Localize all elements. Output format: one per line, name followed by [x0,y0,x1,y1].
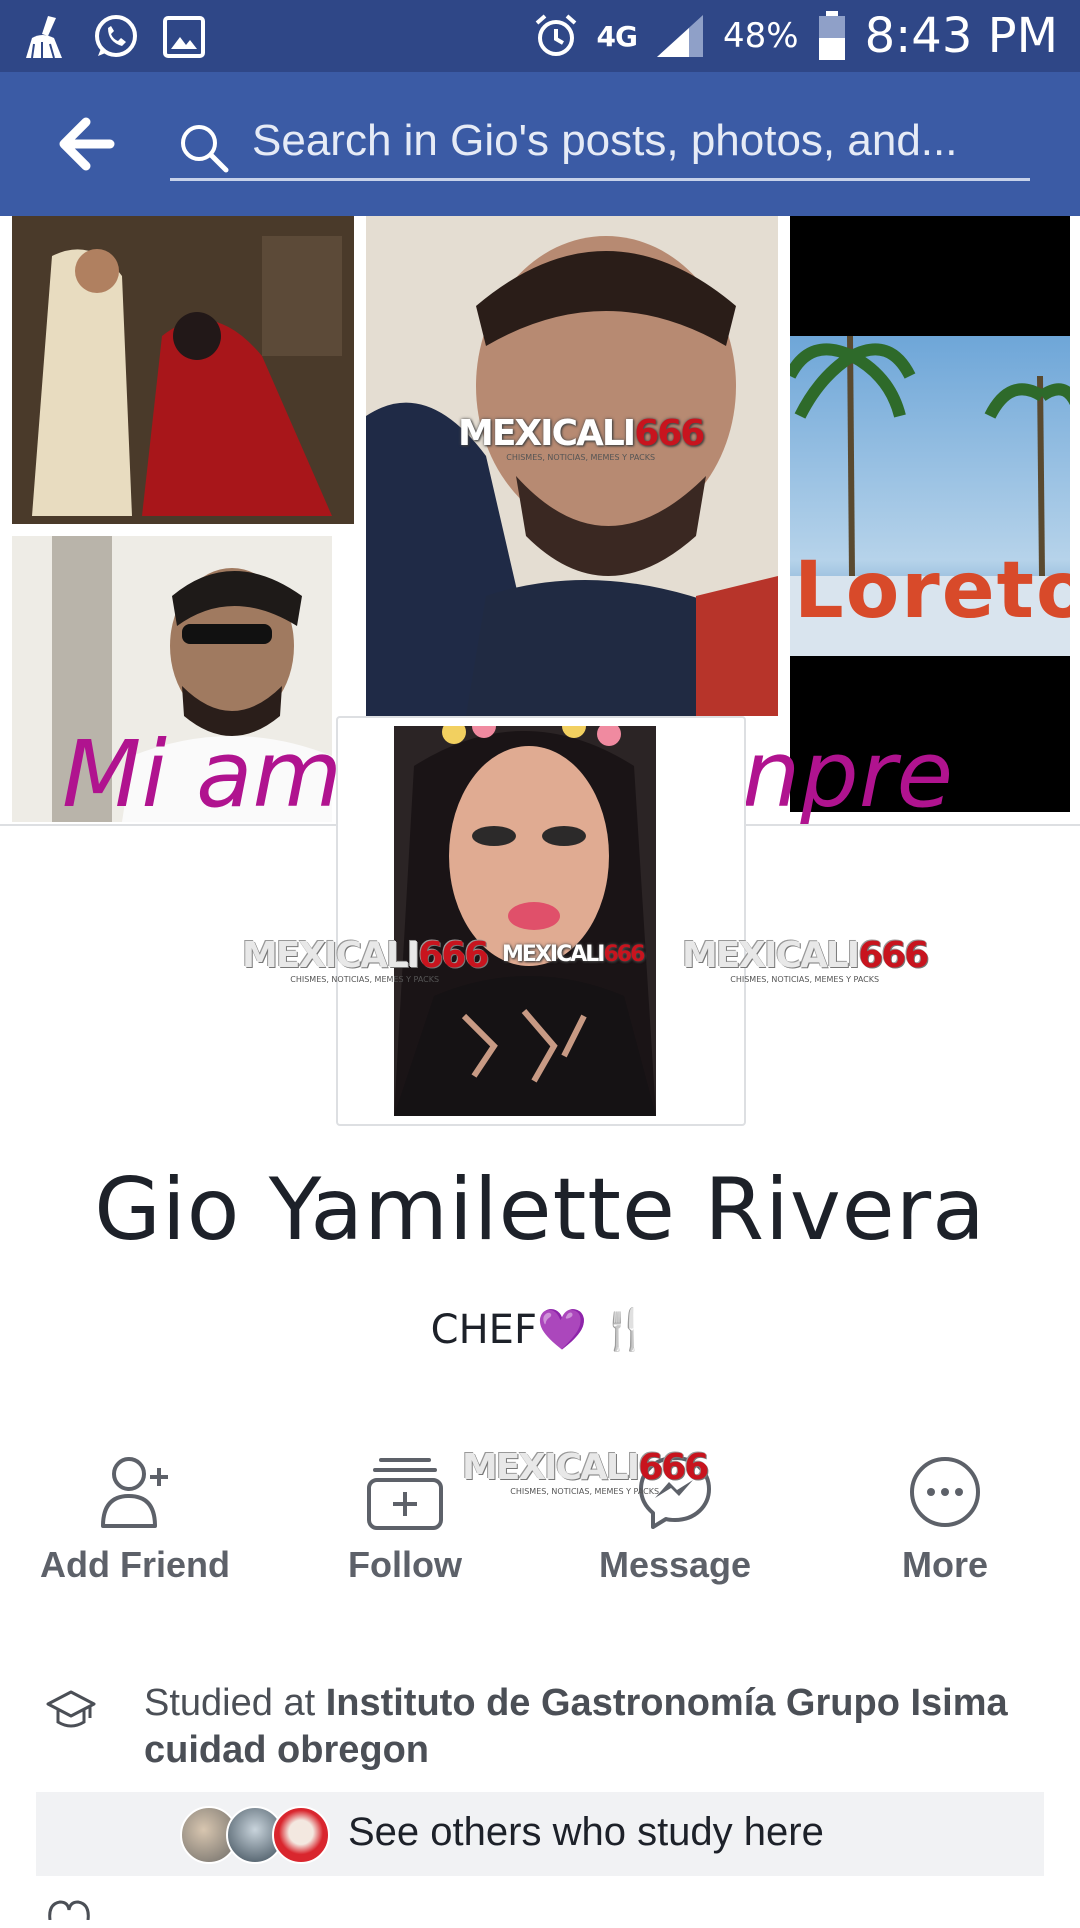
follow-label: Follow [348,1544,462,1585]
see-others-banner[interactable]: See others who study here [36,1792,1044,1876]
watermark-cover: MEXICALI666 CHISMES, NOTICIAS, MEMES Y P… [458,413,705,462]
gallery-icon [163,16,205,58]
add-friend-label: Add Friend [40,1544,230,1585]
follow-icon [367,1458,443,1530]
status-bar-right: 4G 48% 8:43 PM [533,8,1058,64]
see-others-text: See others who study here [348,1810,824,1854]
search-header: Search in Gio's posts, photos, and... [0,72,1080,216]
loreto-sign-text: Loreto [794,546,1070,636]
cover-caption-right: npre [742,721,954,828]
back-button[interactable] [56,116,116,172]
watermark-left: MEXICALI666 CHISMES, NOTICIAS, MEMES Y P… [242,935,489,984]
heart-outline-icon [48,1900,90,1921]
classmate-avatars [180,1806,340,1864]
purple-heart-icon: 💜 [536,1307,587,1353]
more-button[interactable]: More [810,1450,1080,1610]
alarm-icon [535,14,576,56]
search-placeholder: Search in Gio's posts, photos, and... [252,116,958,165]
add-friend-button[interactable]: Add Friend [0,1450,270,1610]
fork-knife-icon: 🍴 [599,1307,650,1353]
more-label: More [901,1544,988,1585]
battery-percent: 48% [723,16,799,56]
profile-picture[interactable]: MEXICALI666 [336,716,746,1126]
cover-collage-man-photo [366,216,778,716]
clock: 8:43 PM [864,8,1058,64]
education-row[interactable]: Studied at Instituto de Gastronomía Grup… [0,1680,1080,1780]
graduation-cap-icon [46,1690,96,1728]
status-bar: 4G 48% 8:43 PM [0,0,1080,72]
signal-icon [657,15,704,57]
battery-icon [818,11,845,60]
relationship-row-partial [46,1898,1046,1928]
message-label: Message [598,1544,752,1585]
cover-collage-painting [12,216,354,524]
watermark-right: MEXICALI666 CHISMES, NOTICIAS, MEMES Y P… [682,935,929,984]
education-text: Studied at Instituto de Gastronomía Grup… [144,1680,1044,1774]
search-input[interactable]: Search in Gio's posts, photos, and... [170,110,1030,181]
status-bar-left-icons [18,12,206,62]
search-icon [181,125,229,173]
profile-name: Gio Yamilette Rivera [94,1160,986,1260]
avatar [272,1806,330,1864]
bio-text: CHEF [430,1307,537,1353]
profile-bio: CHEF💜 🍴 [0,1306,1080,1353]
add-friend-icon [101,1457,168,1528]
education-prefix: Studied at [144,1682,326,1724]
broom-icon [26,16,62,59]
profile-photo [394,726,656,1116]
profile-actions: Add Friend Follow Message More MEXICALI6… [0,1450,1080,1610]
network-type: 4G [596,19,638,53]
more-icon [910,1457,980,1527]
whatsapp-icon [95,15,137,57]
watermark-profile: MEXICALI666 [502,942,645,967]
arrow-left-icon [59,117,115,171]
watermark-actions: MEXICALI666 CHISMES, NOTICIAS, MEMES Y P… [462,1447,709,1496]
